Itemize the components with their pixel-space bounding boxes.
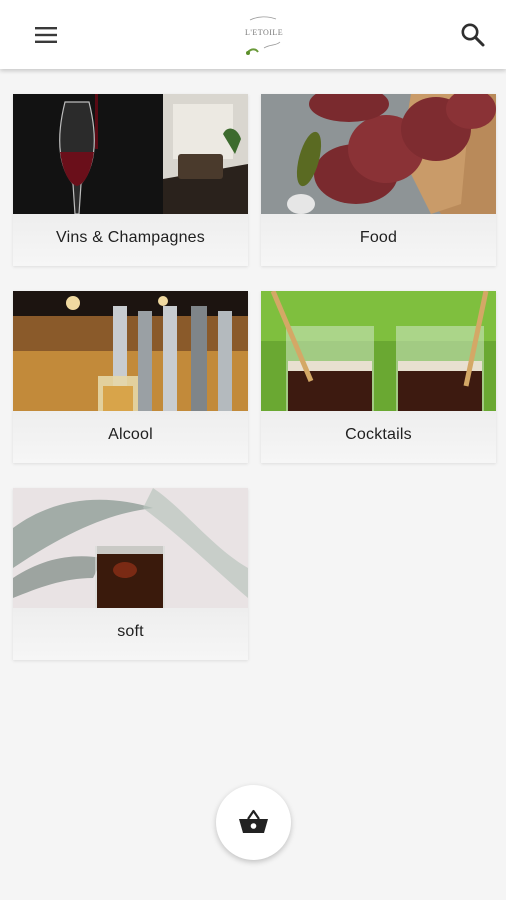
app-logo: L'ETOILE [236,14,292,58]
category-label: Food [359,229,398,246]
category-card-alcool[interactable]: Alcool [13,291,248,463]
category-label: Vins & Champagnes [56,229,205,246]
category-image [13,291,248,411]
category-image [13,488,248,608]
category-card-vins-champagnes[interactable]: Vins & Champagnes [13,94,248,266]
category-image [13,94,248,214]
menu-button[interactable] [30,20,66,50]
category-card-soft[interactable]: soft [13,488,248,660]
hamburger-menu-icon [35,27,57,43]
category-label: soft [117,623,144,640]
category-card-food[interactable]: Food [261,94,496,266]
basket-button[interactable] [216,785,291,860]
category-image [261,94,496,214]
category-label: Alcool [108,426,153,443]
category-card-cocktails[interactable]: Cocktails [261,291,496,463]
category-label: Cocktails [345,426,412,443]
category-image [261,291,496,411]
shopping-basket-icon [239,809,268,833]
logo-text: L'ETOILE [245,28,284,37]
app-bar: L'ETOILE [0,0,506,69]
search-icon [461,23,485,47]
search-button[interactable] [454,17,490,53]
